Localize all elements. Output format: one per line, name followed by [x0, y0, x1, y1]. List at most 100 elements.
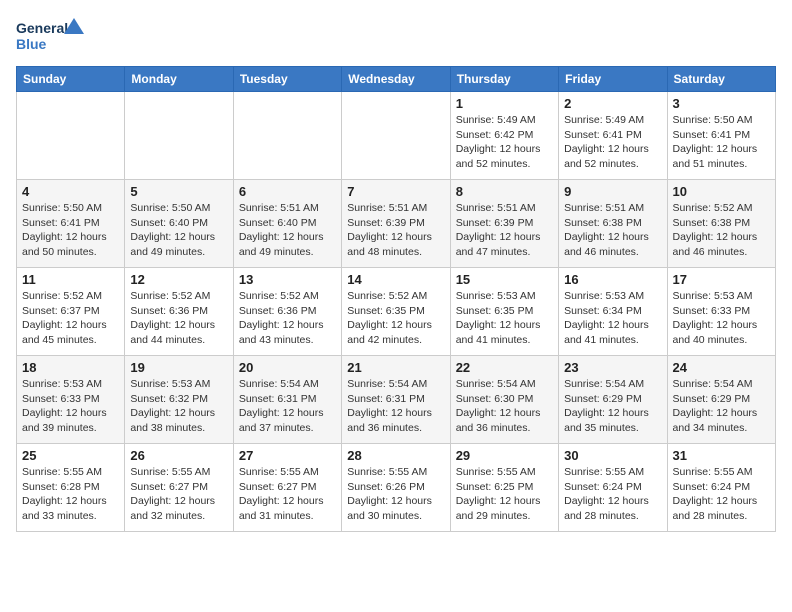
- day-detail: Sunrise: 5:51 AM Sunset: 6:39 PM Dayligh…: [456, 201, 553, 260]
- calendar-week-row: 1 Sunrise: 5:49 AM Sunset: 6:42 PM Daylig…: [17, 92, 776, 180]
- day-number: 2: [564, 96, 661, 111]
- calendar-cell: 28 Sunrise: 5:55 AM Sunset: 6:26 PM Dayli…: [342, 444, 450, 532]
- calendar-cell: 17 Sunrise: 5:53 AM Sunset: 6:33 PM Dayli…: [667, 268, 775, 356]
- day-number: 29: [456, 448, 553, 463]
- day-number: 5: [130, 184, 227, 199]
- calendar-cell: 31 Sunrise: 5:55 AM Sunset: 6:24 PM Dayli…: [667, 444, 775, 532]
- day-number: 15: [456, 272, 553, 287]
- day-number: 18: [22, 360, 119, 375]
- day-detail: Sunrise: 5:50 AM Sunset: 6:41 PM Dayligh…: [22, 201, 119, 260]
- calendar-cell: 25 Sunrise: 5:55 AM Sunset: 6:28 PM Dayli…: [17, 444, 125, 532]
- calendar-cell: 24 Sunrise: 5:54 AM Sunset: 6:29 PM Dayli…: [667, 356, 775, 444]
- calendar-week-row: 25 Sunrise: 5:55 AM Sunset: 6:28 PM Dayli…: [17, 444, 776, 532]
- calendar-cell: 2 Sunrise: 5:49 AM Sunset: 6:41 PM Daylig…: [559, 92, 667, 180]
- day-detail: Sunrise: 5:55 AM Sunset: 6:25 PM Dayligh…: [456, 465, 553, 524]
- day-number: 6: [239, 184, 336, 199]
- day-detail: Sunrise: 5:52 AM Sunset: 6:36 PM Dayligh…: [239, 289, 336, 348]
- day-number: 14: [347, 272, 444, 287]
- day-detail: Sunrise: 5:53 AM Sunset: 6:33 PM Dayligh…: [22, 377, 119, 436]
- day-detail: Sunrise: 5:55 AM Sunset: 6:24 PM Dayligh…: [673, 465, 770, 524]
- day-detail: Sunrise: 5:52 AM Sunset: 6:38 PM Dayligh…: [673, 201, 770, 260]
- day-number: 20: [239, 360, 336, 375]
- day-detail: Sunrise: 5:51 AM Sunset: 6:40 PM Dayligh…: [239, 201, 336, 260]
- day-detail: Sunrise: 5:50 AM Sunset: 6:40 PM Dayligh…: [130, 201, 227, 260]
- calendar-cell: 7 Sunrise: 5:51 AM Sunset: 6:39 PM Daylig…: [342, 180, 450, 268]
- day-number: 12: [130, 272, 227, 287]
- calendar-cell: 12 Sunrise: 5:52 AM Sunset: 6:36 PM Dayli…: [125, 268, 233, 356]
- calendar-cell: 4 Sunrise: 5:50 AM Sunset: 6:41 PM Daylig…: [17, 180, 125, 268]
- day-detail: Sunrise: 5:54 AM Sunset: 6:31 PM Dayligh…: [239, 377, 336, 436]
- day-detail: Sunrise: 5:55 AM Sunset: 6:26 PM Dayligh…: [347, 465, 444, 524]
- svg-text:Blue: Blue: [16, 36, 47, 52]
- calendar-cell: 10Sunrise: 5:52 AM Sunset: 6:38 PM Dayli…: [667, 180, 775, 268]
- day-number: 13: [239, 272, 336, 287]
- day-number: 1: [456, 96, 553, 111]
- calendar-cell: 11Sunrise: 5:52 AM Sunset: 6:37 PM Dayli…: [17, 268, 125, 356]
- day-number: 16: [564, 272, 661, 287]
- calendar-cell: 1 Sunrise: 5:49 AM Sunset: 6:42 PM Daylig…: [450, 92, 558, 180]
- calendar-cell: 3Sunrise: 5:50 AM Sunset: 6:41 PM Daylig…: [667, 92, 775, 180]
- calendar-header: SundayMondayTuesdayWednesdayThursdayFrid…: [17, 67, 776, 92]
- day-detail: Sunrise: 5:54 AM Sunset: 6:29 PM Dayligh…: [564, 377, 661, 436]
- day-number: 27: [239, 448, 336, 463]
- day-number: 4: [22, 184, 119, 199]
- logo-svg: General Blue: [16, 16, 86, 56]
- day-detail: Sunrise: 5:55 AM Sunset: 6:27 PM Dayligh…: [130, 465, 227, 524]
- day-detail: Sunrise: 5:53 AM Sunset: 6:35 PM Dayligh…: [456, 289, 553, 348]
- day-number: 31: [673, 448, 770, 463]
- calendar-cell: 18 Sunrise: 5:53 AM Sunset: 6:33 PM Dayli…: [17, 356, 125, 444]
- day-detail: Sunrise: 5:53 AM Sunset: 6:34 PM Dayligh…: [564, 289, 661, 348]
- day-number: 25: [22, 448, 119, 463]
- calendar-cell: 27 Sunrise: 5:55 AM Sunset: 6:27 PM Dayli…: [233, 444, 341, 532]
- day-number: 28: [347, 448, 444, 463]
- calendar-cell: 20 Sunrise: 5:54 AM Sunset: 6:31 PM Dayli…: [233, 356, 341, 444]
- calendar-cell: 8Sunrise: 5:51 AM Sunset: 6:39 PM Daylig…: [450, 180, 558, 268]
- calendar-week-row: 18 Sunrise: 5:53 AM Sunset: 6:33 PM Dayli…: [17, 356, 776, 444]
- day-number: 19: [130, 360, 227, 375]
- day-detail: Sunrise: 5:51 AM Sunset: 6:39 PM Dayligh…: [347, 201, 444, 260]
- calendar-cell: [125, 92, 233, 180]
- day-detail: Sunrise: 5:50 AM Sunset: 6:41 PM Dayligh…: [673, 113, 770, 172]
- calendar-cell: [233, 92, 341, 180]
- day-number: 21: [347, 360, 444, 375]
- calendar-cell: 5 Sunrise: 5:50 AM Sunset: 6:40 PM Daylig…: [125, 180, 233, 268]
- day-detail: Sunrise: 5:55 AM Sunset: 6:24 PM Dayligh…: [564, 465, 661, 524]
- day-detail: Sunrise: 5:51 AM Sunset: 6:38 PM Dayligh…: [564, 201, 661, 260]
- day-number: 9: [564, 184, 661, 199]
- calendar-cell: 30 Sunrise: 5:55 AM Sunset: 6:24 PM Dayli…: [559, 444, 667, 532]
- calendar-cell: [342, 92, 450, 180]
- day-of-week-header: Thursday: [450, 67, 558, 92]
- calendar-cell: 9 Sunrise: 5:51 AM Sunset: 6:38 PM Daylig…: [559, 180, 667, 268]
- day-number: 7: [347, 184, 444, 199]
- day-detail: Sunrise: 5:53 AM Sunset: 6:33 PM Dayligh…: [673, 289, 770, 348]
- calendar-cell: 19 Sunrise: 5:53 AM Sunset: 6:32 PM Dayli…: [125, 356, 233, 444]
- day-detail: Sunrise: 5:52 AM Sunset: 6:35 PM Dayligh…: [347, 289, 444, 348]
- day-detail: Sunrise: 5:54 AM Sunset: 6:29 PM Dayligh…: [673, 377, 770, 436]
- calendar-cell: 16 Sunrise: 5:53 AM Sunset: 6:34 PM Dayli…: [559, 268, 667, 356]
- calendar-week-row: 11Sunrise: 5:52 AM Sunset: 6:37 PM Dayli…: [17, 268, 776, 356]
- page-header: General Blue: [16, 16, 776, 56]
- day-number: 30: [564, 448, 661, 463]
- calendar-body: 1 Sunrise: 5:49 AM Sunset: 6:42 PM Daylig…: [17, 92, 776, 532]
- calendar-week-row: 4 Sunrise: 5:50 AM Sunset: 6:41 PM Daylig…: [17, 180, 776, 268]
- day-detail: Sunrise: 5:49 AM Sunset: 6:42 PM Dayligh…: [456, 113, 553, 172]
- day-detail: Sunrise: 5:49 AM Sunset: 6:41 PM Dayligh…: [564, 113, 661, 172]
- day-detail: Sunrise: 5:55 AM Sunset: 6:27 PM Dayligh…: [239, 465, 336, 524]
- day-number: 11: [22, 272, 119, 287]
- day-detail: Sunrise: 5:53 AM Sunset: 6:32 PM Dayligh…: [130, 377, 227, 436]
- calendar-cell: [17, 92, 125, 180]
- calendar-cell: 15 Sunrise: 5:53 AM Sunset: 6:35 PM Dayli…: [450, 268, 558, 356]
- day-number: 23: [564, 360, 661, 375]
- day-number: 22: [456, 360, 553, 375]
- day-number: 17: [673, 272, 770, 287]
- svg-text:General: General: [16, 20, 68, 36]
- calendar-cell: 13 Sunrise: 5:52 AM Sunset: 6:36 PM Dayli…: [233, 268, 341, 356]
- calendar-table: SundayMondayTuesdayWednesdayThursdayFrid…: [16, 66, 776, 532]
- day-of-week-header: Sunday: [17, 67, 125, 92]
- day-detail: Sunrise: 5:52 AM Sunset: 6:36 PM Dayligh…: [130, 289, 227, 348]
- day-number: 24: [673, 360, 770, 375]
- calendar-cell: 21Sunrise: 5:54 AM Sunset: 6:31 PM Dayli…: [342, 356, 450, 444]
- day-detail: Sunrise: 5:55 AM Sunset: 6:28 PM Dayligh…: [22, 465, 119, 524]
- day-of-week-header: Monday: [125, 67, 233, 92]
- day-of-week-header: Friday: [559, 67, 667, 92]
